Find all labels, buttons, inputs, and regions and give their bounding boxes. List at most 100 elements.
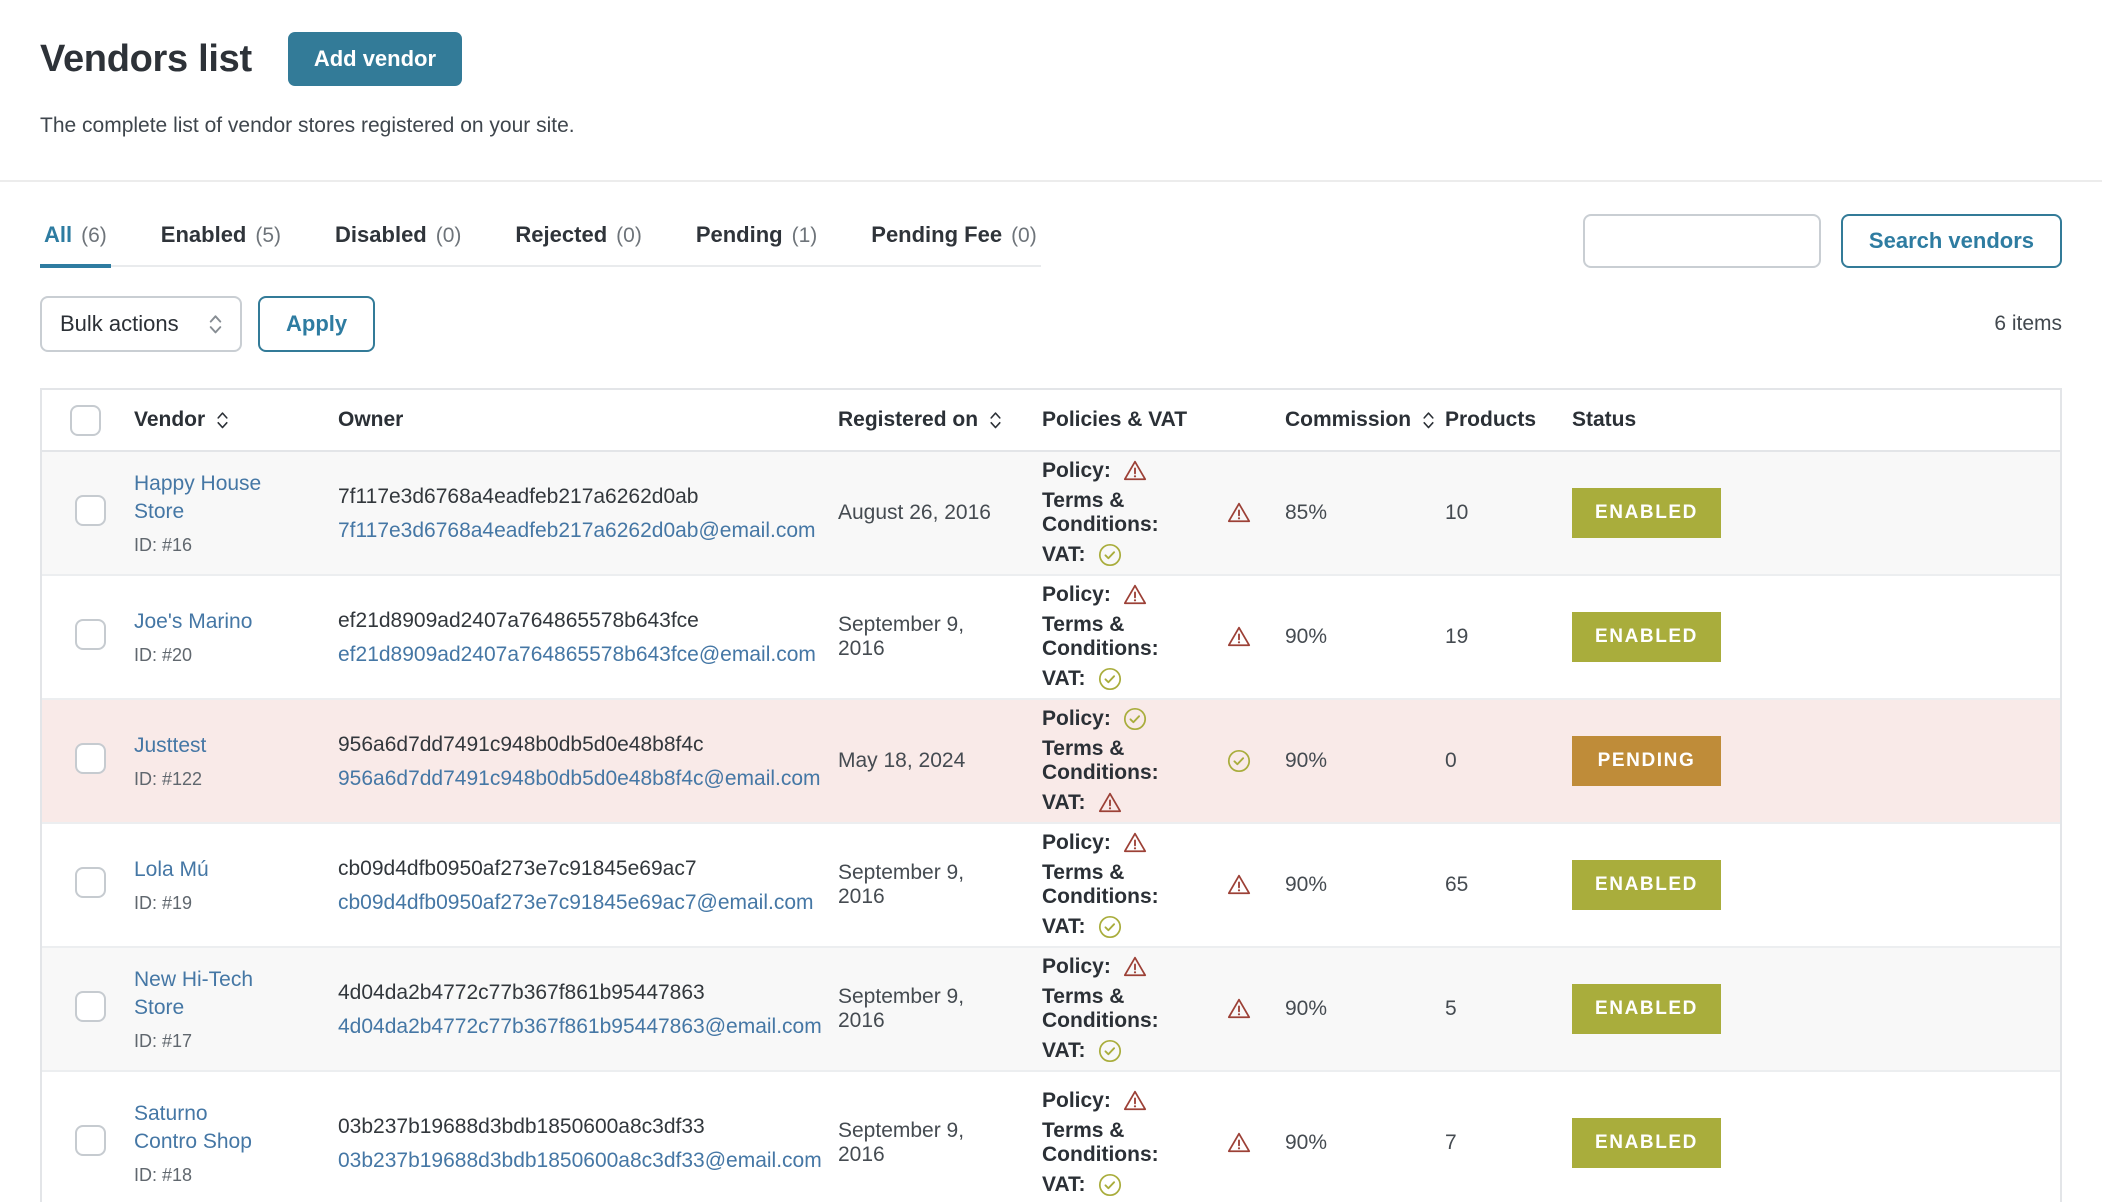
search-vendors-button[interactable]: Search vendors: [1841, 214, 2062, 268]
tab-rejected[interactable]: Rejected (0): [511, 222, 645, 268]
table-row: Lola Mú ID: #19 cb09d4dfb0950af273e7c918…: [42, 824, 2060, 948]
owner-name: 4d04da2b4772c77b367f861b95447863: [338, 979, 805, 1006]
check-circle-icon: [1226, 748, 1252, 774]
table-row: New Hi-Tech Store ID: #17 4d04da2b4772c7…: [42, 948, 2060, 1072]
registered-date: August 26, 2016: [805, 501, 1009, 525]
policy-label: Policy:: [1042, 831, 1111, 855]
warning-icon: [1122, 954, 1148, 980]
status-filter-tabs: All (6) Enabled (5) Disabled (0) Rejecte…: [40, 222, 1041, 267]
terms-label: Terms & Conditions:: [1042, 985, 1215, 1033]
vat-label: VAT:: [1042, 1039, 1086, 1063]
apply-button[interactable]: Apply: [258, 296, 375, 352]
status-badge: PENDING: [1572, 736, 1721, 786]
owner-email-link[interactable]: 4d04da2b4772c77b367f861b95447863@email.c…: [338, 1015, 805, 1039]
owner-email-link[interactable]: 7f117e3d6768a4eadfeb217a6262d0ab@email.c…: [338, 519, 805, 543]
search-input[interactable]: [1583, 214, 1821, 268]
column-header-policies-vat: Policies & VAT: [1009, 408, 1252, 432]
vat-label: VAT:: [1042, 791, 1086, 815]
tab-label: Pending Fee: [871, 222, 1002, 248]
owner-email-link[interactable]: 956a6d7dd7491c948b0db5d0e48b8f4c@email.c…: [338, 767, 805, 791]
table-header-row: Vendor Owner Registered on Policies & VA…: [42, 390, 2060, 452]
warning-icon: [1122, 1088, 1148, 1114]
tab-enabled[interactable]: Enabled (5): [157, 222, 285, 268]
check-circle-icon: [1097, 914, 1123, 940]
vendor-name-link[interactable]: New Hi-Tech Store: [134, 966, 305, 1023]
tab-count: (5): [255, 224, 281, 248]
products-count: 65: [1412, 873, 1539, 897]
owner-email-link[interactable]: cb09d4dfb0950af273e7c91845e69ac7@email.c…: [338, 891, 805, 915]
sort-icon: [215, 409, 230, 431]
page-subtitle: The complete list of vendor stores regis…: [40, 114, 2062, 138]
warning-icon: [1122, 582, 1148, 608]
vendor-id: ID: #18: [134, 1165, 255, 1186]
tab-count: (0): [436, 224, 462, 248]
commission-value: 90%: [1252, 997, 1412, 1021]
column-label: Status: [1572, 408, 1636, 432]
policy-label: Policy:: [1042, 459, 1111, 483]
column-label: Registered on: [838, 408, 978, 432]
vendor-id: ID: #19: [134, 893, 305, 914]
products-count: 10: [1412, 501, 1539, 525]
check-circle-icon: [1097, 666, 1123, 692]
owner-name: 956a6d7dd7491c948b0db5d0e48b8f4c: [338, 731, 805, 758]
vendor-name-link[interactable]: Joe's Marino: [134, 608, 305, 636]
tab-label: Pending: [696, 222, 783, 248]
commission-value: 90%: [1252, 749, 1412, 773]
owner-email-link[interactable]: 03b237b19688d3bdb1850600a8c3df33@email.c…: [338, 1149, 805, 1173]
column-header-products: Products: [1412, 408, 1539, 432]
tab-count: (0): [616, 224, 642, 248]
warning-icon: [1226, 624, 1252, 650]
terms-label: Terms & Conditions:: [1042, 1119, 1215, 1167]
tab-all[interactable]: All (6): [40, 222, 111, 268]
vendor-name-link[interactable]: Justtest: [134, 732, 305, 760]
owner-name: 03b237b19688d3bdb1850600a8c3df33: [338, 1113, 805, 1140]
tab-pending[interactable]: Pending (1): [692, 222, 821, 268]
terms-label: Terms & Conditions:: [1042, 613, 1215, 661]
tab-disabled[interactable]: Disabled (0): [331, 222, 465, 268]
status-badge: ENABLED: [1572, 1118, 1721, 1168]
tab-label: Disabled: [335, 222, 427, 248]
policy-label: Policy:: [1042, 707, 1111, 731]
check-circle-icon: [1097, 1172, 1123, 1198]
products-count: 5: [1412, 997, 1539, 1021]
commission-value: 90%: [1252, 625, 1412, 649]
terms-label: Terms & Conditions:: [1042, 489, 1215, 537]
bulk-actions-select[interactable]: Bulk actions: [40, 296, 242, 352]
status-badge: ENABLED: [1572, 488, 1721, 538]
column-header-registered-on[interactable]: Registered on: [805, 408, 1009, 432]
vendor-name-link[interactable]: Saturno Contro Shop: [134, 1100, 255, 1157]
owner-name: cb09d4dfb0950af273e7c91845e69ac7: [338, 855, 805, 882]
page-title: Vendors list: [40, 38, 252, 81]
commission-value: 90%: [1252, 873, 1412, 897]
vendor-id: ID: #16: [134, 535, 305, 556]
column-label: Vendor: [134, 408, 205, 432]
warning-icon: [1122, 458, 1148, 484]
registered-date: September 9, 2016: [805, 861, 1009, 909]
vendor-name-link[interactable]: Happy House Store: [134, 470, 305, 527]
vendors-table: Vendor Owner Registered on Policies & VA…: [40, 388, 2062, 1202]
policy-label: Policy:: [1042, 955, 1111, 979]
tab-label: Enabled: [161, 222, 247, 248]
products-count: 7: [1412, 1131, 1539, 1155]
tab-count: (1): [792, 224, 818, 248]
registered-date: May 18, 2024: [805, 749, 1009, 773]
table-row: Joe's Marino ID: #20 ef21d8909ad2407a764…: [42, 576, 2060, 700]
vendor-name-link[interactable]: Lola Mú: [134, 856, 305, 884]
registered-date: September 9, 2016: [805, 985, 1009, 1033]
registered-date: September 9, 2016: [805, 613, 1009, 661]
vat-label: VAT:: [1042, 543, 1086, 567]
select-all-checkbox[interactable]: [70, 405, 101, 436]
add-vendor-button[interactable]: Add vendor: [288, 32, 462, 86]
tab-pending-fee[interactable]: Pending Fee (0): [867, 222, 1040, 268]
sort-icon: [988, 409, 1003, 431]
bulk-actions-label: Bulk actions: [60, 311, 179, 337]
vat-label: VAT:: [1042, 915, 1086, 939]
check-circle-icon: [1097, 1038, 1123, 1064]
column-header-vendor[interactable]: Vendor: [101, 408, 305, 432]
column-header-commission[interactable]: Commission: [1252, 408, 1412, 432]
warning-icon: [1122, 830, 1148, 856]
owner-email-link[interactable]: ef21d8909ad2407a764865578b643fce@email.c…: [338, 643, 805, 667]
warning-icon: [1226, 996, 1252, 1022]
warning-icon: [1097, 790, 1123, 816]
tab-label: All: [44, 222, 72, 248]
